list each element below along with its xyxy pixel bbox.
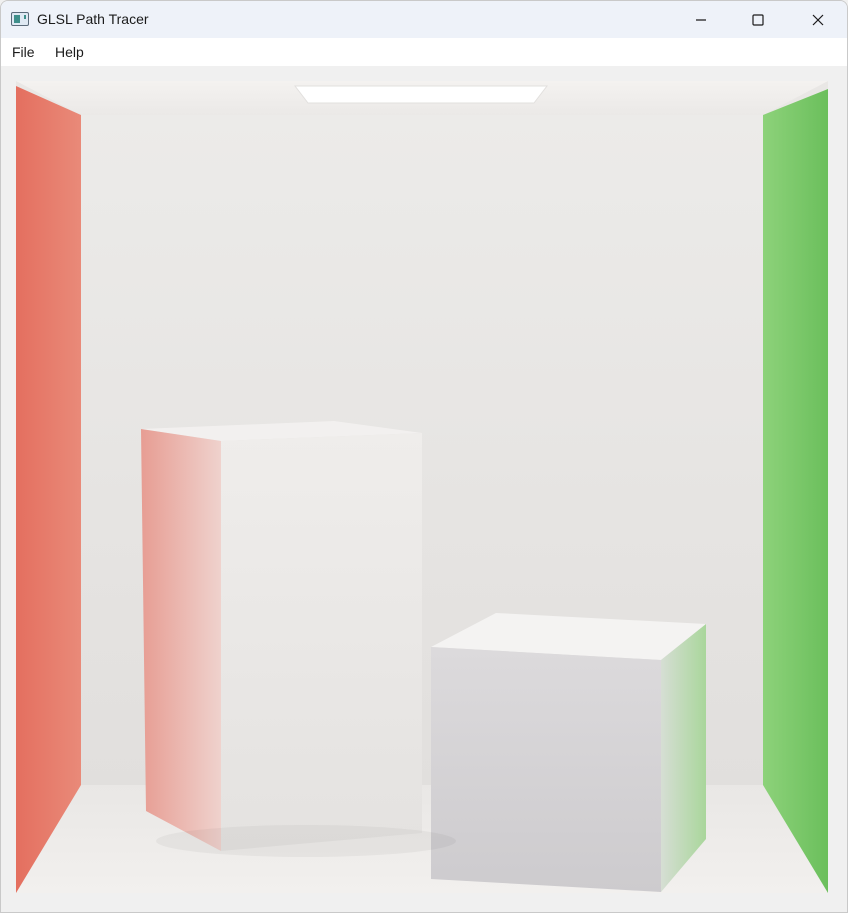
minimize-button[interactable] [678,1,724,38]
title-bar[interactable]: GLSL Path Tracer [1,1,847,38]
cornell-box-render [16,81,828,893]
minimize-icon [696,18,706,21]
maximize-icon [752,13,764,26]
floor-shadow [156,825,456,857]
tall-box-front-face [221,433,422,851]
window-title: GLSL Path Tracer [37,11,149,27]
tall-box-left-face [141,429,221,851]
menu-help[interactable]: Help [55,44,84,60]
area-light [293,85,549,104]
close-icon [812,14,824,25]
app-window: GLSL Path Tracer File Help [0,0,848,913]
render-viewport[interactable] [16,81,828,893]
menu-bar: File Help [1,38,847,66]
short-box-front-face [431,647,661,892]
right-wall-green [763,89,828,893]
maximize-button[interactable] [735,1,781,38]
menu-file[interactable]: File [12,44,35,60]
close-button[interactable] [795,1,841,38]
left-wall-red [16,86,81,893]
app-window-icon [11,12,29,26]
